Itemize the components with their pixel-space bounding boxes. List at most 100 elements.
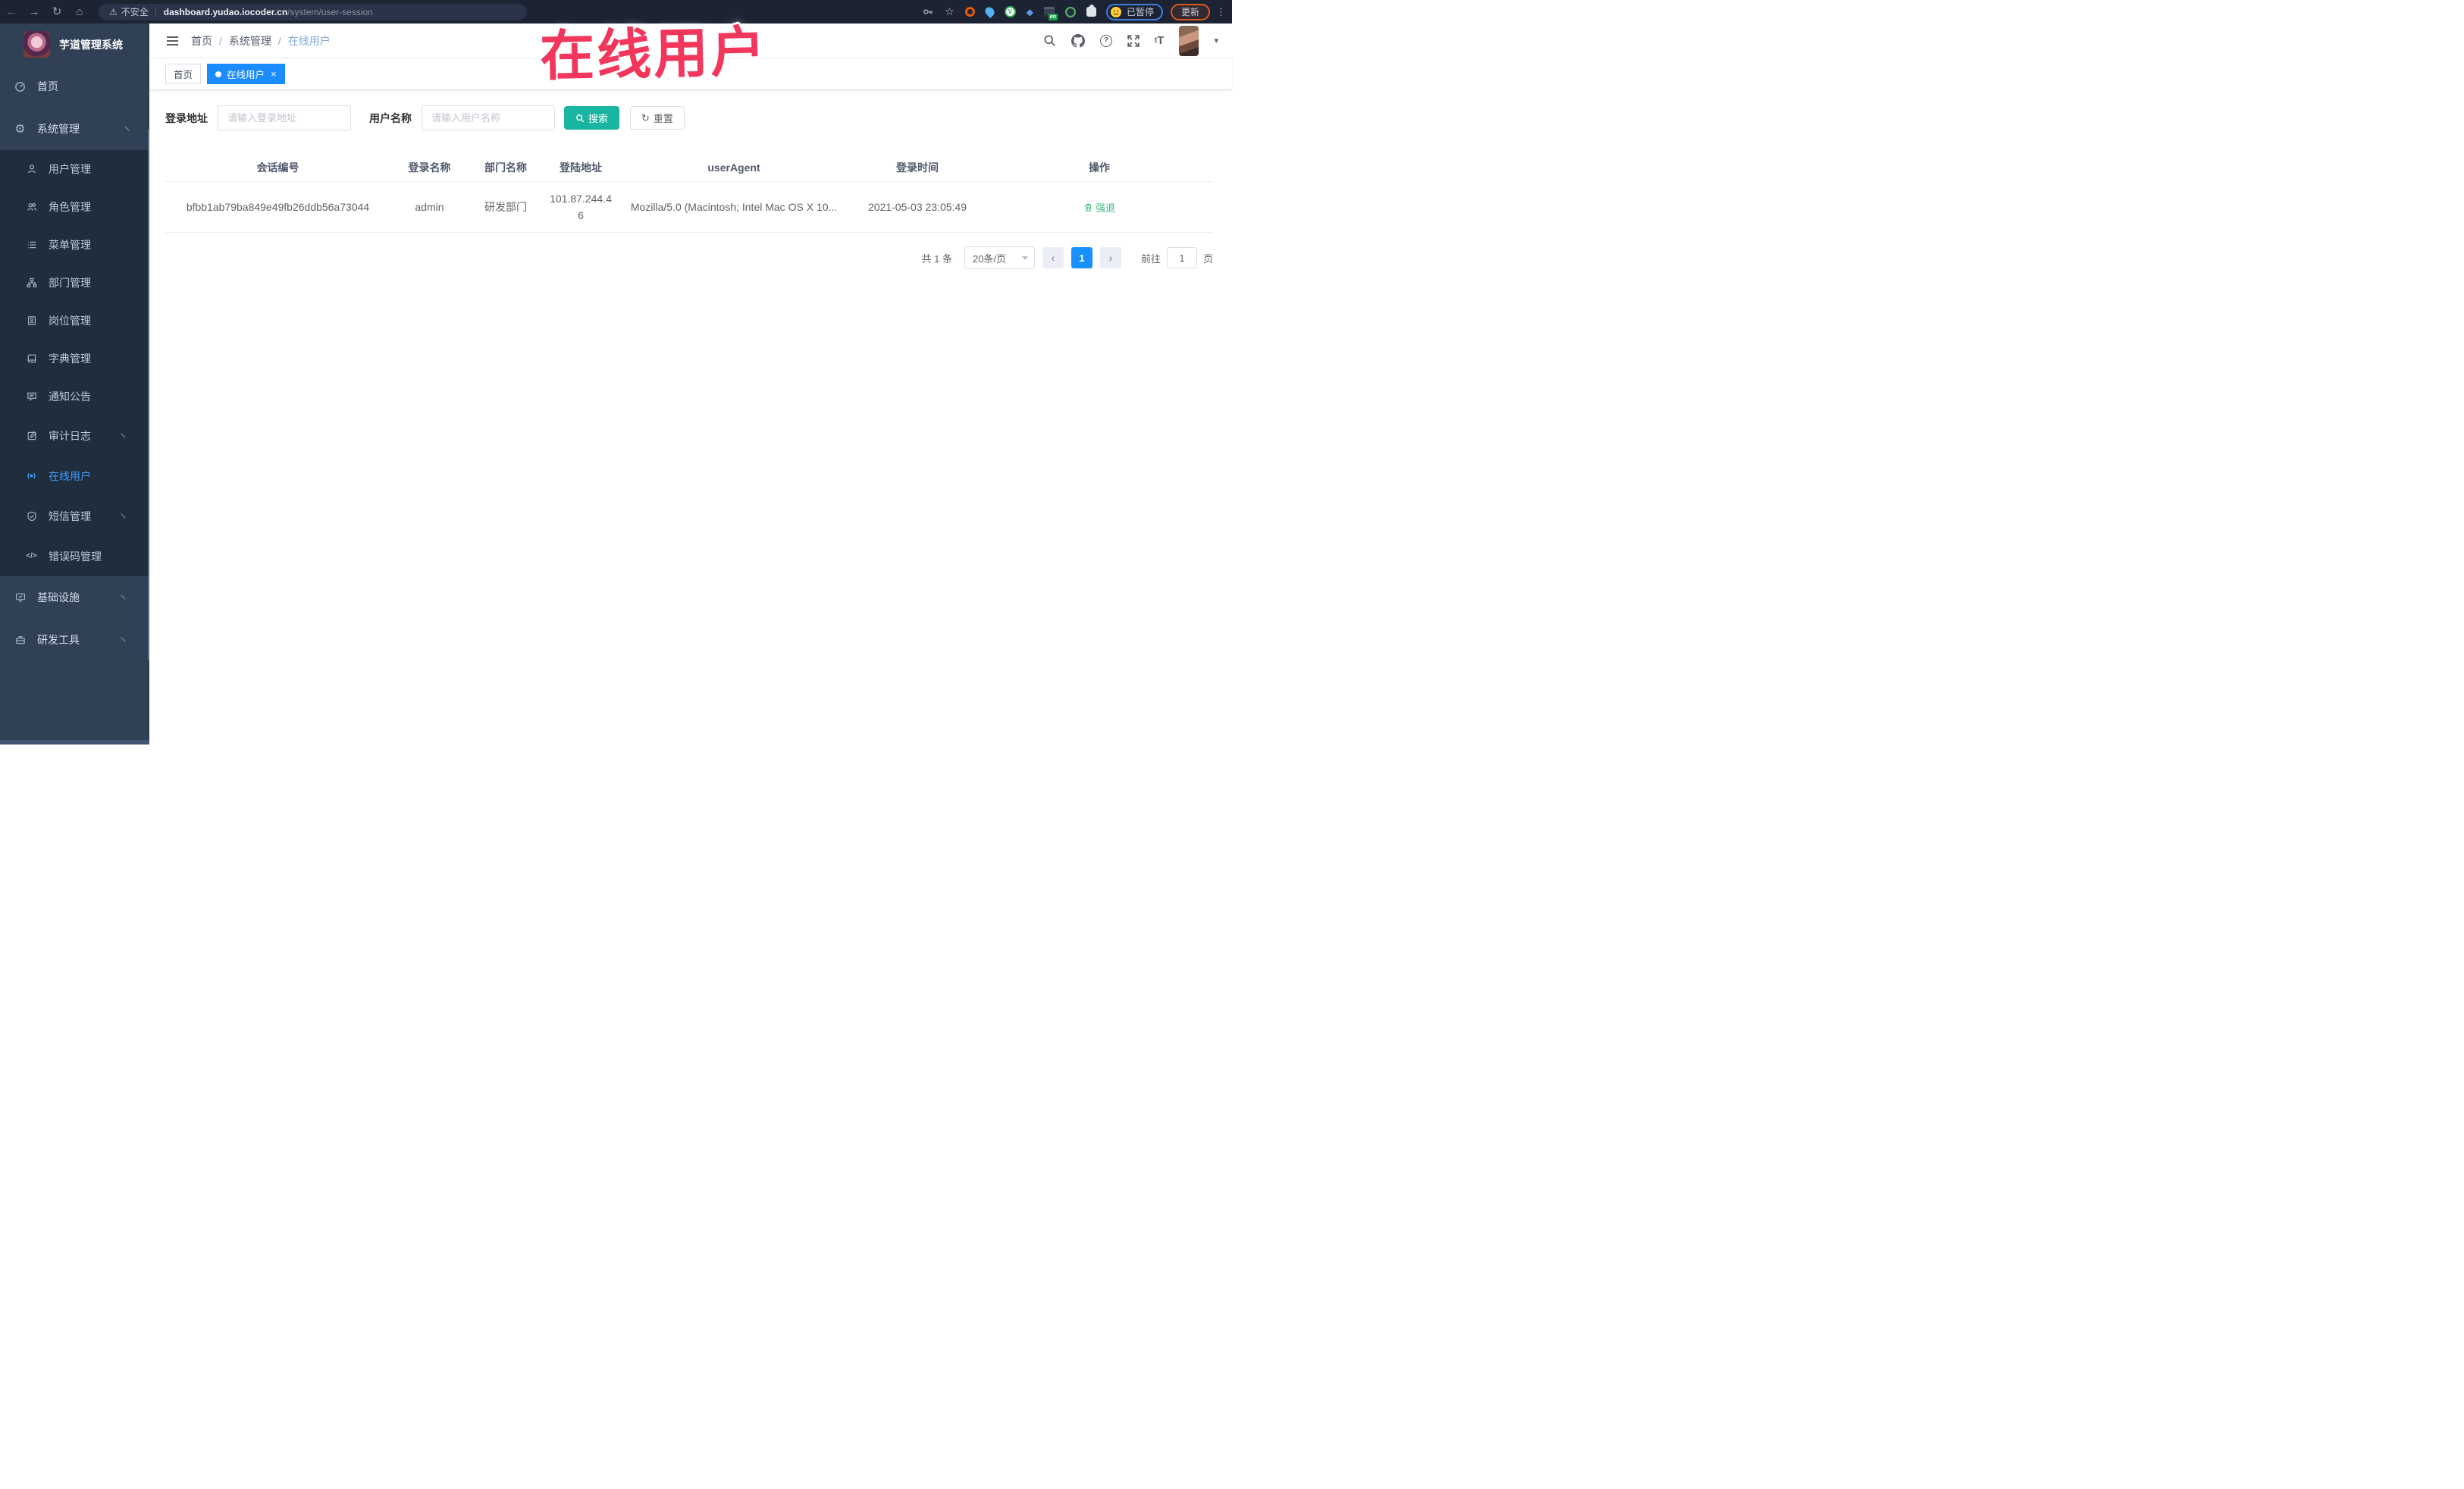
sidebar-item-infrastructure[interactable]: 基础设施 xyxy=(0,576,149,619)
sidebar-item-system[interactable]: ⚙ 系统管理 xyxy=(0,108,149,150)
extension-2-icon[interactable] xyxy=(983,5,996,18)
search-icon[interactable] xyxy=(1043,34,1056,47)
sidebar-item-online-users[interactable]: 在线用户 xyxy=(0,456,149,496)
security-label: 不安全 xyxy=(121,7,149,17)
bookmark-star-icon[interactable]: ☆ xyxy=(945,5,955,18)
login-address-label: 登录地址 xyxy=(165,111,208,124)
ip-cell: 101.87.244.46 xyxy=(550,192,612,221)
id-badge-icon xyxy=(25,315,38,326)
sidebar-item-dev-tools[interactable]: 研发工具 xyxy=(0,619,149,661)
username-input[interactable] xyxy=(422,105,555,130)
page-number-1[interactable]: 1 xyxy=(1071,247,1092,268)
users-icon xyxy=(25,202,38,212)
user-agent-cell: Mozilla/5.0 (Macintosh; Intel Mac OS X 1… xyxy=(630,201,838,213)
sidebar-item-error-codes[interactable]: </> 错误码管理 xyxy=(0,536,149,576)
toolbox-icon xyxy=(14,635,27,645)
sidebar: 芋道管理系统 首页 ⚙ 系统管理 用户管理 角色管理 菜单管理 部门管理 岗位管… xyxy=(0,24,149,744)
address-bar[interactable]: ⚠ 不安全 dashboard.yudao.iocoder.cn /system… xyxy=(99,3,527,20)
sidebar-item-home[interactable]: 首页 xyxy=(0,65,149,108)
url-host: dashboard.yudao.iocoder.cn xyxy=(163,6,288,17)
extension-4-icon[interactable]: ◆ xyxy=(1027,7,1033,17)
forward-icon[interactable]: → xyxy=(23,0,45,24)
sidebar-item-menus[interactable]: 菜单管理 xyxy=(0,226,149,264)
col-session-id: 会话编号 xyxy=(256,161,299,174)
sidebar-scrollbar[interactable] xyxy=(148,130,149,660)
divider xyxy=(155,7,156,17)
avatar-caret-icon[interactable]: ▾ xyxy=(1214,36,1218,45)
fullscreen-icon[interactable] xyxy=(1127,34,1140,47)
table-header-row: 会话编号 登录名称 部门名称 登陆地址 userAgent 登录时间 操作 xyxy=(165,153,1213,182)
close-icon[interactable]: × xyxy=(271,69,277,79)
home-icon[interactable]: ⌂ xyxy=(68,0,91,24)
user-avatar[interactable] xyxy=(1179,25,1199,56)
reload-icon[interactable]: ↻ xyxy=(45,0,68,24)
tab-home[interactable]: 首页 xyxy=(165,64,202,84)
col-ip: 登陆地址 xyxy=(560,161,602,174)
sidebar-item-users[interactable]: 用户管理 xyxy=(0,150,149,188)
chevron-down-icon xyxy=(121,633,130,642)
emoji-face-icon xyxy=(1110,6,1121,17)
app-logo-row[interactable]: 芋道管理系统 xyxy=(0,24,149,65)
breadcrumb: 首页 / 系统管理 / 在线用户 xyxy=(191,33,331,49)
login-time-cell: 2021-05-03 23:05:49 xyxy=(868,201,967,213)
breadcrumb-home[interactable]: 首页 xyxy=(191,33,212,49)
online-user-icon xyxy=(25,470,38,481)
col-login-time: 登录时间 xyxy=(896,161,939,174)
help-icon[interactable]: ? xyxy=(1099,34,1112,47)
code-icon: </> xyxy=(26,552,37,560)
col-username: 登录名称 xyxy=(408,161,451,174)
sidebar-item-notices[interactable]: 通知公告 xyxy=(0,378,149,415)
github-icon[interactable] xyxy=(1071,33,1085,48)
back-icon[interactable]: ← xyxy=(0,0,23,24)
extension-1-icon[interactable] xyxy=(964,7,975,17)
tab-online-users[interactable]: 在线用户 × xyxy=(207,64,285,84)
trash-icon xyxy=(1085,203,1092,212)
session-id-cell: bfbb1ab79ba849e49fb26ddb56a73044 xyxy=(186,201,370,213)
url-path: /system/user-session xyxy=(287,6,373,17)
username-label: 用户名称 xyxy=(369,111,412,124)
menu-list-icon xyxy=(25,240,38,250)
search-button[interactable]: 搜索 xyxy=(564,106,620,130)
total-count: 共 1 条 xyxy=(921,252,952,265)
col-department: 部门名称 xyxy=(484,161,527,174)
breadcrumb-current: 在线用户 xyxy=(287,34,331,47)
browser-menu-icon[interactable]: ⋮ xyxy=(1216,6,1226,18)
sidebar-item-dictionary[interactable]: 字典管理 xyxy=(0,340,149,378)
page-size-select[interactable]: 20条/页 xyxy=(964,246,1035,269)
chevron-down-icon xyxy=(121,509,130,519)
next-page-button[interactable]: › xyxy=(1099,247,1121,268)
warning-icon: ⚠ xyxy=(109,6,118,17)
chevron-down-icon xyxy=(1021,255,1028,260)
sidebar-item-roles[interactable]: 角色管理 xyxy=(0,188,149,226)
force-logout-button[interactable]: 强退 xyxy=(1083,200,1115,215)
audit-log-icon xyxy=(25,431,38,441)
shield-check-icon xyxy=(25,511,38,522)
col-actions: 操作 xyxy=(1089,161,1110,174)
sidebar-toggle-icon[interactable] xyxy=(167,34,178,48)
infrastructure-icon xyxy=(14,592,27,603)
sidebar-item-posts[interactable]: 岗位管理 xyxy=(0,302,149,340)
font-size-icon[interactable]: tT xyxy=(1155,34,1165,47)
login-address-input[interactable] xyxy=(218,105,351,130)
extensions-puzzle-icon[interactable] xyxy=(1086,5,1096,17)
breadcrumb-system[interactable]: 系统管理 xyxy=(229,33,271,49)
extension-5-icon[interactable]: en xyxy=(1043,7,1058,20)
reset-button[interactable]: ↻ 重置 xyxy=(630,106,685,130)
prev-page-button[interactable]: ‹ xyxy=(1042,247,1064,268)
update-button[interactable]: 更新 xyxy=(1170,3,1210,20)
extension-6-icon[interactable] xyxy=(1064,6,1076,17)
app-logo xyxy=(24,31,50,58)
app-title: 芋道管理系统 xyxy=(59,38,123,51)
key-icon[interactable] xyxy=(923,6,934,17)
sidebar-item-audit-log[interactable]: 审计日志 xyxy=(0,415,149,456)
department-cell: 研发部门 xyxy=(484,201,527,213)
sidebar-item-departments[interactable]: 部门管理 xyxy=(0,264,149,302)
paused-label: 已暂停 xyxy=(1126,7,1154,17)
paused-badge[interactable]: 已暂停 xyxy=(1105,3,1163,20)
chevron-down-icon xyxy=(121,591,130,600)
extension-3-icon[interactable]: V xyxy=(1004,6,1016,17)
org-tree-icon xyxy=(25,277,38,288)
goto-page-input[interactable] xyxy=(1166,247,1197,268)
search-icon xyxy=(576,114,585,122)
sidebar-item-sms[interactable]: 短信管理 xyxy=(0,496,149,536)
